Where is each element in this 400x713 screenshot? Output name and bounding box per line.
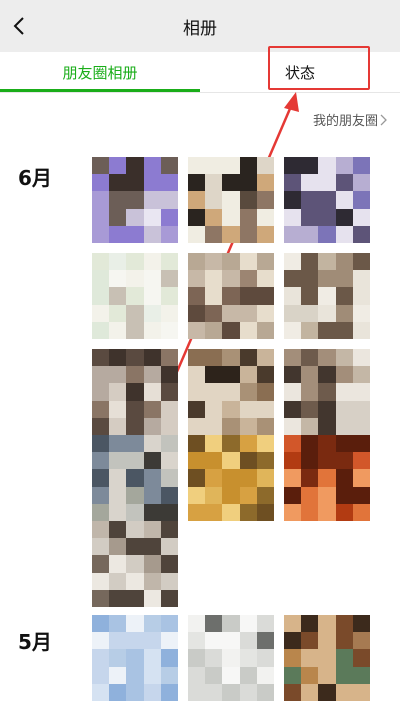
photo-thumbnail[interactable] xyxy=(92,157,178,243)
photo-thumbnail[interactable] xyxy=(284,157,370,243)
back-chevron-icon[interactable] xyxy=(8,14,32,38)
photo-thumbnail[interactable] xyxy=(92,521,178,607)
photo-thumbnail[interactable] xyxy=(188,435,274,521)
tab-moments-album[interactable]: 朋友圈相册 xyxy=(0,52,200,92)
photo-thumbnail[interactable] xyxy=(188,157,274,243)
page-title: 相册 xyxy=(183,18,217,39)
photo-thumbnail[interactable] xyxy=(188,253,274,339)
photo-thumbnail[interactable] xyxy=(284,253,370,339)
photo-thumbnail[interactable] xyxy=(188,349,274,435)
top-bar: 相册 xyxy=(0,0,400,52)
photo-thumbnail[interactable] xyxy=(92,435,178,521)
photo-thumbnail[interactable] xyxy=(284,349,370,435)
chevron-right-icon xyxy=(380,114,387,125)
active-tab-indicator xyxy=(0,89,200,92)
tab-label: 朋友圈相册 xyxy=(62,63,138,82)
month-label-may: 5月 xyxy=(18,630,52,654)
tab-bar: 朋友圈相册 状态 xyxy=(0,52,400,93)
tab-status[interactable]: 状态 xyxy=(200,52,400,92)
my-moments-link[interactable]: 我的朋友圈 xyxy=(313,110,388,129)
my-moments-label: 我的朋友圈 xyxy=(312,114,378,129)
photo-thumbnail[interactable] xyxy=(92,253,178,339)
photo-thumbnail[interactable] xyxy=(284,435,370,521)
photo-thumbnail[interactable] xyxy=(92,615,178,701)
tab-label: 状态 xyxy=(284,63,315,82)
photo-thumbnail[interactable] xyxy=(92,349,178,435)
photo-thumbnail[interactable] xyxy=(284,615,370,701)
month-label-june: 6月 xyxy=(18,166,52,190)
photo-thumbnail[interactable] xyxy=(188,615,274,701)
